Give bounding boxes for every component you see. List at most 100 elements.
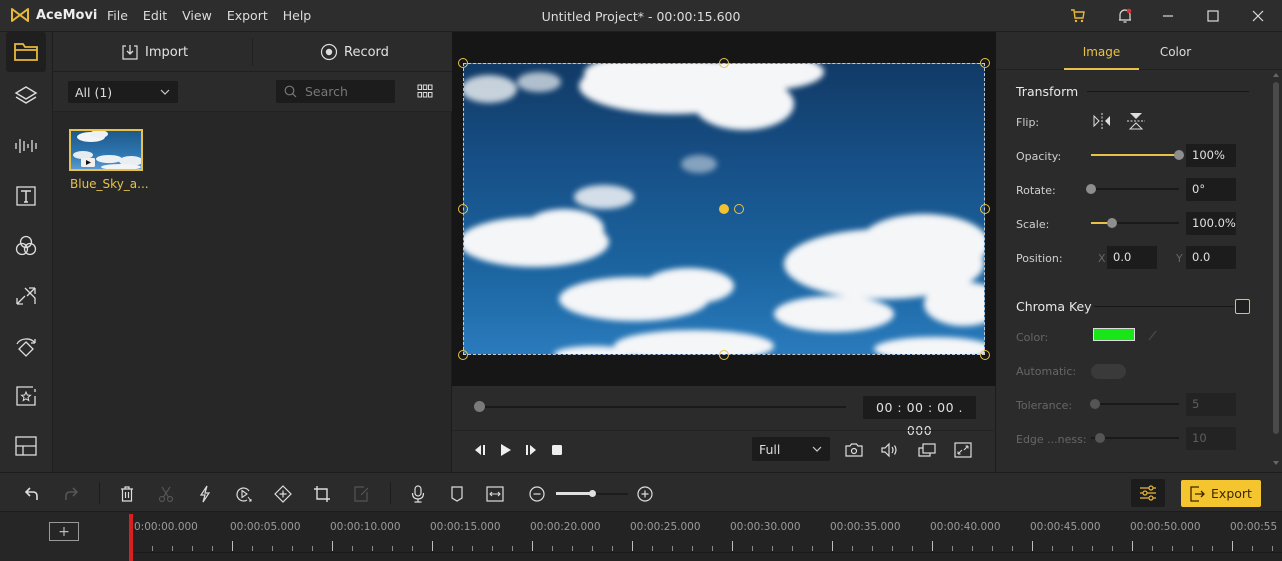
crop-button[interactable] [311, 483, 333, 505]
resize-handle-bottom[interactable] [719, 350, 729, 360]
edge-softness-input[interactable]: 10 [1186, 427, 1236, 450]
snapshot-button[interactable] [842, 439, 866, 461]
speed-button[interactable] [194, 483, 216, 505]
sidebar-item-overlays[interactable] [6, 326, 46, 366]
chroma-key-checkbox[interactable] [1235, 299, 1250, 314]
zoom-out-button[interactable] [526, 483, 548, 505]
resize-handle-top-right[interactable] [980, 58, 990, 68]
delete-button[interactable] [116, 483, 138, 505]
scrollbar-thumb[interactable] [1273, 82, 1279, 434]
marker-button[interactable] [446, 483, 468, 505]
minimize-icon[interactable] [1159, 7, 1177, 25]
cart-icon[interactable] [1069, 7, 1087, 25]
voiceover-button[interactable] [407, 483, 429, 505]
chroma-color-swatch[interactable] [1093, 328, 1135, 341]
sidebar-item-layers[interactable] [6, 76, 46, 116]
position-x-input[interactable]: 0.0 [1107, 246, 1157, 269]
opacity-input[interactable]: 100% [1186, 144, 1236, 167]
menu-help[interactable]: Help [283, 8, 312, 23]
timeline-ruler[interactable]: 0:00:00.000 00:00:05.000 00:00:10.000 00:00… [130, 512, 1282, 552]
maximize-icon[interactable] [1204, 7, 1222, 25]
next-frame-button[interactable] [519, 439, 543, 461]
close-icon[interactable] [1249, 7, 1267, 25]
zoom-in-button[interactable] [634, 483, 656, 505]
layers-icon [14, 86, 38, 104]
resize-handle-top-left[interactable] [458, 58, 468, 68]
rotate-slider-handle[interactable] [1086, 184, 1096, 194]
play-button[interactable] [493, 439, 517, 461]
rotate-slider[interactable] [1091, 188, 1179, 190]
sidebar-item-filters[interactable] [6, 226, 46, 266]
menu-view[interactable]: View [182, 8, 212, 23]
tab-color[interactable]: Color [1138, 32, 1213, 70]
scale-input[interactable]: 100.0% [1186, 212, 1236, 235]
timeline-minor-tick [1192, 546, 1193, 551]
sidebar-item-transitions[interactable] [6, 276, 46, 316]
sidebar-item-media[interactable] [6, 32, 46, 72]
opacity-slider-handle[interactable] [1174, 150, 1184, 160]
rotate-handle[interactable] [734, 204, 744, 214]
tolerance-input[interactable]: 5 [1186, 393, 1236, 416]
add-track-button[interactable]: + [49, 522, 79, 541]
undo-button[interactable] [21, 483, 43, 505]
tolerance-slider-handle[interactable] [1090, 399, 1101, 409]
media-item-thumbnail[interactable] [69, 129, 143, 171]
flip-horizontal-button[interactable] [1092, 112, 1112, 130]
media-filter-dropdown[interactable]: All (1) [68, 81, 178, 103]
quality-dropdown[interactable]: Full [752, 437, 830, 461]
divider [1087, 91, 1249, 92]
playback-effect-button[interactable] [233, 483, 255, 505]
scroll-down-icon[interactable] [1272, 460, 1280, 466]
menu-export[interactable]: Export [227, 8, 268, 23]
timeline-major-tick [632, 541, 633, 551]
position-y-input[interactable]: 0.0 [1186, 246, 1236, 269]
notification-bell-icon[interactable] [1116, 7, 1134, 25]
previous-frame-button[interactable] [468, 439, 492, 461]
edge-softness-slider-handle[interactable] [1094, 433, 1105, 443]
sidebar-item-text[interactable] [6, 176, 46, 216]
tolerance-slider[interactable] [1091, 403, 1179, 405]
fullscreen-button[interactable] [951, 439, 975, 461]
resize-handle-left[interactable] [458, 204, 468, 214]
record-button[interactable]: Record [320, 32, 389, 72]
resize-handle-top[interactable] [719, 58, 729, 68]
timeline-zoom-handle[interactable] [589, 490, 596, 497]
edit-button[interactable] [350, 483, 372, 505]
grid-view-button[interactable] [417, 83, 433, 99]
resize-handle-bottom-left[interactable] [458, 350, 468, 360]
scale-slider-handle[interactable] [1107, 218, 1118, 228]
playhead[interactable] [129, 514, 133, 561]
automatic-toggle[interactable] [1091, 364, 1126, 379]
properties-scrollbar[interactable] [1272, 72, 1280, 472]
keyframe-button[interactable] [272, 483, 294, 505]
export-button[interactable]: Export [1181, 480, 1261, 507]
pip-button[interactable] [915, 439, 939, 461]
menu-file[interactable]: File [107, 8, 128, 23]
media-search[interactable] [276, 80, 395, 103]
rotate-input[interactable]: 0° [1186, 178, 1236, 201]
center-anchor-handle[interactable] [719, 204, 729, 214]
scroll-up-icon[interactable] [1272, 72, 1280, 78]
redo-button[interactable] [60, 483, 82, 505]
volume-button[interactable] [878, 439, 902, 461]
import-button[interactable]: Import [121, 32, 188, 72]
scale-label: Scale: [1016, 218, 1050, 231]
scissors-icon [158, 486, 174, 503]
resize-handle-right[interactable] [980, 204, 990, 214]
seek-handle[interactable] [474, 401, 485, 412]
timeline-minor-tick [652, 546, 653, 551]
menu-edit[interactable]: Edit [143, 8, 167, 23]
eyedropper-button[interactable] [1147, 328, 1159, 342]
sidebar-item-elements[interactable] [6, 376, 46, 416]
resize-handle-bottom-right[interactable] [980, 350, 990, 360]
tab-image[interactable]: Image [1064, 32, 1139, 70]
stop-button[interactable] [545, 439, 569, 461]
sidebar-item-audio[interactable] [6, 126, 46, 166]
flip-vertical-button[interactable] [1126, 112, 1146, 130]
split-button[interactable] [155, 483, 177, 505]
sidebar-item-split-screen[interactable] [6, 426, 46, 466]
settings-button[interactable] [1131, 479, 1165, 507]
search-input[interactable] [305, 84, 385, 99]
fit-timeline-button[interactable] [484, 483, 506, 505]
seek-bar[interactable] [480, 406, 846, 408]
